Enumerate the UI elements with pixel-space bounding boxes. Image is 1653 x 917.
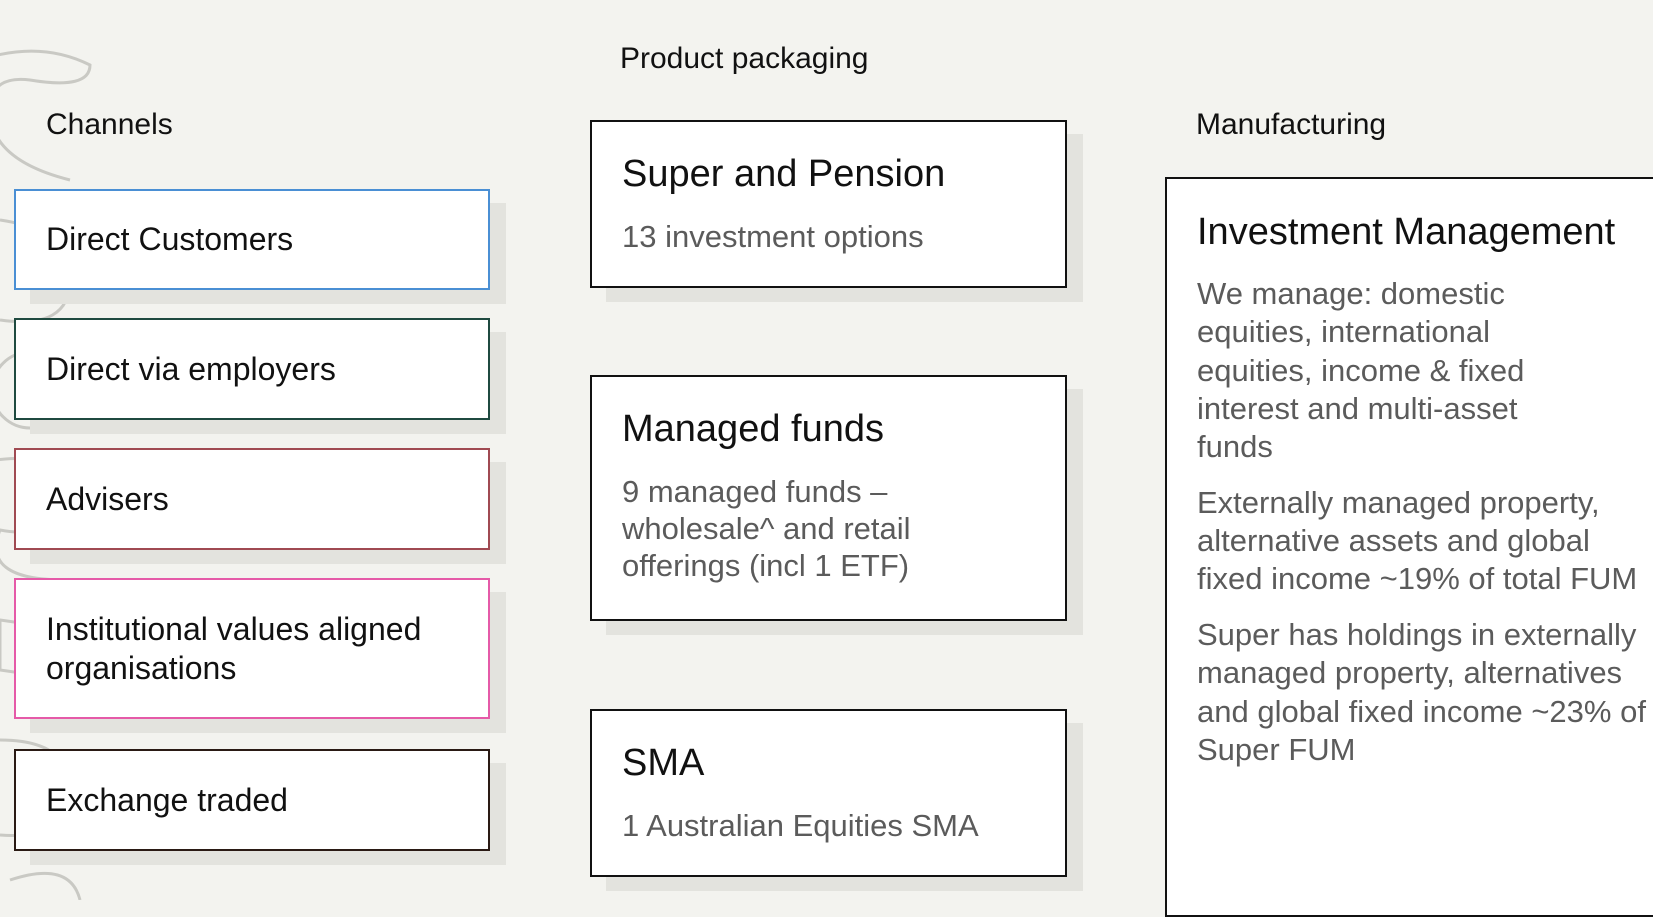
channel-direct-via-employers: Direct via employers [14, 318, 490, 420]
product-sma: SMA 1 Australian Equities SMA [590, 709, 1067, 877]
product-title: Managed funds [622, 408, 884, 450]
product-title: SMA [622, 742, 705, 784]
channel-institutional-values-aligned: Institutional values aligned organisatio… [14, 578, 490, 719]
channels-heading: Channels [46, 108, 173, 141]
channel-advisers: Advisers [14, 448, 490, 550]
investment-management-title: Investment Management [1197, 211, 1616, 253]
channel-label: Exchange traded [46, 781, 288, 818]
product-description: 13 investment options [622, 218, 924, 254]
manufacturing-paragraph: We manage: domestic equities, internatio… [1197, 276, 1525, 464]
channel-label: Advisers [46, 480, 169, 517]
manufacturing-paragraph: Super has holdings in externally managed… [1197, 617, 1646, 767]
product-super-and-pension: Super and Pension 13 investment options [590, 120, 1067, 288]
channel-direct-customers: Direct Customers [14, 189, 490, 290]
product-title: Super and Pension [622, 153, 946, 195]
manufacturing-paragraph: Externally managed property, alternative… [1197, 484, 1638, 597]
product-managed-funds: Managed funds 9 managed funds – wholesal… [590, 375, 1067, 621]
product-packaging-heading: Product packaging [620, 42, 869, 75]
product-description: 9 managed funds – wholesale^ and retail … [622, 473, 911, 583]
channel-label: Institutional values aligned organisatio… [46, 611, 422, 686]
investment-management-box: Investment Management We manage: domesti… [1165, 177, 1653, 917]
channel-label: Direct via employers [46, 350, 336, 387]
product-description: 1 Australian Equities SMA [622, 807, 979, 843]
manufacturing-heading: Manufacturing [1196, 108, 1387, 141]
channel-label: Direct Customers [46, 221, 294, 258]
channel-exchange-traded: Exchange traded [14, 749, 490, 851]
